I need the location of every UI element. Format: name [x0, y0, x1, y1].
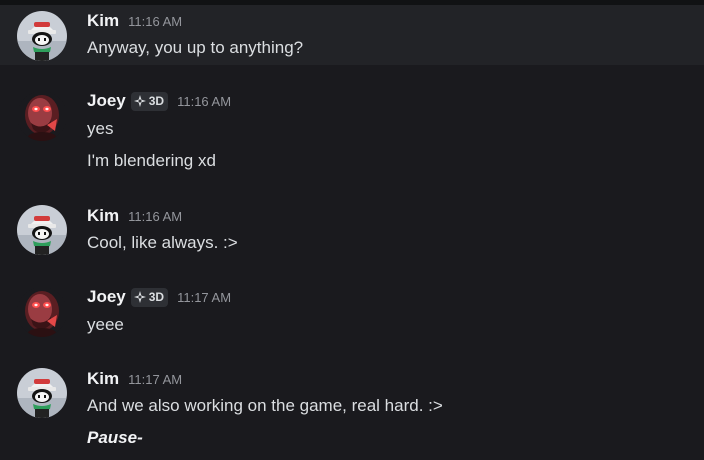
- message-header: Joey 3D 11:16 AM: [87, 90, 231, 112]
- message-group[interactable]: Kim 11:16 AM Anyway, you up to anything?: [0, 5, 704, 65]
- role-tag-label: 3D: [148, 94, 165, 108]
- message-header: Kim 11:16 AM: [87, 205, 182, 227]
- avatar-kim-icon[interactable]: [17, 11, 67, 61]
- message-header: Kim 11:17 AM: [87, 368, 182, 390]
- role-tag[interactable]: 3D: [130, 91, 169, 111]
- username[interactable]: Kim: [87, 11, 119, 31]
- avatar-joey-icon[interactable]: [17, 91, 67, 141]
- username[interactable]: Kim: [87, 369, 119, 389]
- message-text: And we also working on the game, real ha…: [87, 396, 443, 415]
- avatar-joey-icon[interactable]: [17, 287, 67, 337]
- username[interactable]: Joey: [87, 91, 126, 111]
- username[interactable]: Kim: [87, 206, 119, 226]
- message-group[interactable]: Kim 11:17 AM And we also working on the …: [0, 364, 704, 460]
- message-text: Cool, like always. :>: [87, 233, 238, 252]
- timestamp[interactable]: 11:17 AM: [177, 290, 231, 305]
- timestamp[interactable]: 11:16 AM: [128, 14, 182, 29]
- message-text: yes: [87, 119, 114, 138]
- message-text: I'm blendering xd: [87, 151, 216, 170]
- role-tag[interactable]: 3D: [130, 287, 169, 307]
- message-header: Kim 11:16 AM: [87, 10, 182, 32]
- sparkle-diamond-icon: [134, 291, 146, 303]
- chat-message-list: Kim 11:16 AM Anyway, you up to anything?…: [0, 0, 704, 460]
- message-header: Joey 3D 11:17 AM: [87, 286, 231, 308]
- role-tag-label: 3D: [148, 290, 165, 304]
- timestamp[interactable]: 11:17 AM: [128, 372, 182, 387]
- avatar-kim-icon[interactable]: [17, 368, 67, 418]
- sparkle-diamond-icon: [134, 95, 146, 107]
- message-text: yeee: [87, 315, 124, 334]
- avatar-kim-icon[interactable]: [17, 205, 67, 255]
- message-group[interactable]: Kim 11:16 AM Cool, like always. :>: [0, 200, 704, 264]
- message-text: Anyway, you up to anything?: [87, 38, 304, 57]
- message-group[interactable]: Joey 3D 11:16 AM yes I'm blendering xd: [0, 85, 704, 180]
- message-group[interactable]: Joey 3D 11:17 AM yeee: [0, 282, 704, 346]
- timestamp[interactable]: 11:16 AM: [128, 209, 182, 224]
- timestamp[interactable]: 11:16 AM: [177, 94, 231, 109]
- message-text: Pause-: [87, 428, 143, 447]
- username[interactable]: Joey: [87, 287, 126, 307]
